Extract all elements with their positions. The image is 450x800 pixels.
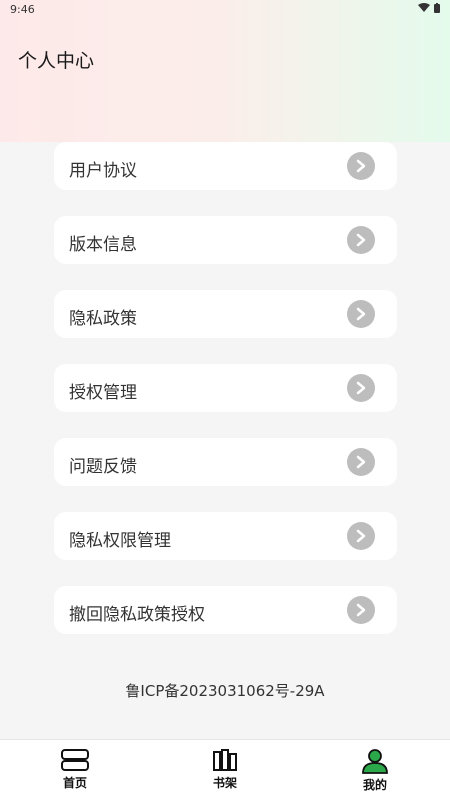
chevron-right-icon <box>347 448 375 476</box>
status-icons <box>418 3 440 13</box>
chevron-right-icon <box>347 374 375 402</box>
tab-home-label: 首页 <box>62 776 87 790</box>
menu-item-revoke-privacy-consent[interactable]: 撤回隐私政策授权 <box>54 586 397 634</box>
profile-header: 9:46 个人中心 <box>0 0 450 142</box>
tab-bookshelf-label: 书架 <box>212 776 237 790</box>
menu-item-label: 问题反馈 <box>69 457 137 477</box>
status-bar: 9:46 <box>0 0 450 20</box>
menu-item-version-info[interactable]: 版本信息 <box>54 216 397 264</box>
status-time: 9:46 <box>10 3 35 16</box>
menu-item-label: 撤回隐私政策授权 <box>69 605 205 625</box>
chevron-right-icon <box>347 300 375 328</box>
menu-item-label: 用户协议 <box>69 161 137 181</box>
home-stack-icon <box>61 749 89 771</box>
menu-item-authorization-management[interactable]: 授权管理 <box>54 364 397 412</box>
menu-item-user-agreement[interactable]: 用户协议 <box>54 142 397 190</box>
bottom-tab-bar: 首页 书架 我的 <box>0 739 450 800</box>
chevron-right-icon <box>347 226 375 254</box>
bookshelf-icon <box>213 749 237 771</box>
menu-item-label: 授权管理 <box>69 383 137 403</box>
tab-home[interactable]: 首页 <box>45 748 105 798</box>
tab-bookshelf[interactable]: 书架 <box>195 748 255 798</box>
chevron-right-icon <box>347 522 375 550</box>
menu-item-feedback[interactable]: 问题反馈 <box>54 438 397 486</box>
chevron-right-icon <box>347 152 375 180</box>
page-title: 个人中心 <box>18 50 95 72</box>
wifi-icon <box>418 3 430 12</box>
menu-item-label: 隐私政策 <box>69 309 137 329</box>
chevron-right-icon <box>347 596 375 624</box>
tab-mine-label: 我的 <box>362 778 387 792</box>
menu-item-privacy-policy[interactable]: 隐私政策 <box>54 290 397 338</box>
tab-mine[interactable]: 我的 <box>345 748 405 798</box>
menu-item-label: 隐私权限管理 <box>69 531 171 551</box>
menu-item-label: 版本信息 <box>69 235 137 255</box>
icp-license-text: 鲁ICP备2023031062号-29A <box>125 682 325 700</box>
menu-item-privacy-permissions[interactable]: 隐私权限管理 <box>54 512 397 560</box>
battery-icon <box>434 3 440 13</box>
user-icon <box>362 749 388 774</box>
